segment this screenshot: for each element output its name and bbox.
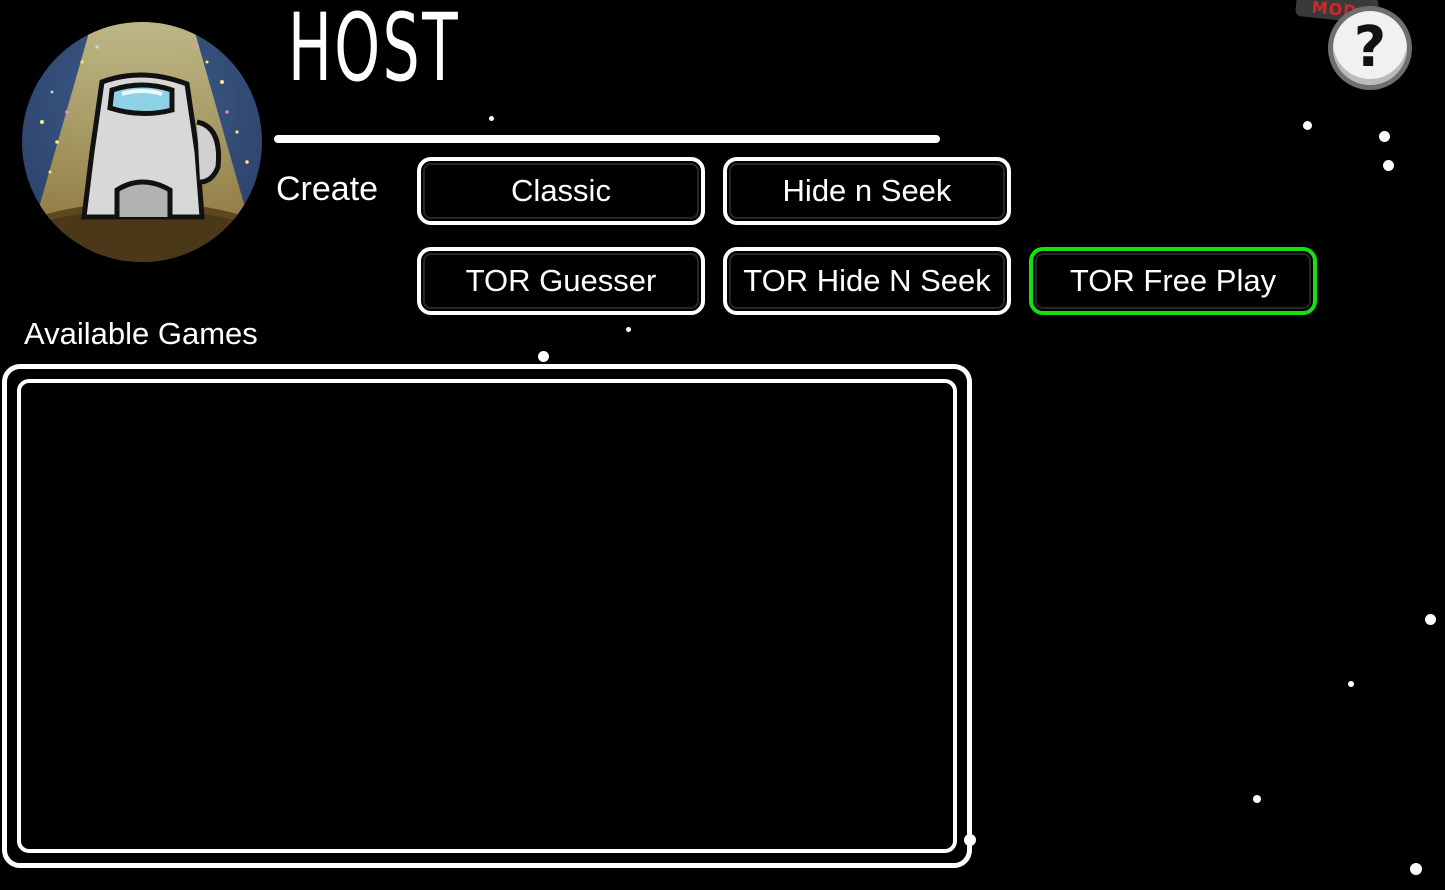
tor-guesser-mode-button[interactable]: TOR Guesser [417, 247, 705, 315]
available-games-label: Available Games [24, 316, 258, 351]
star-decoration [489, 116, 494, 121]
page-title: HOST [288, 0, 461, 103]
star-decoration [1383, 160, 1394, 171]
tor-free-play-mode-button[interactable]: TOR Free Play [1029, 247, 1317, 315]
available-games-list[interactable] [17, 379, 957, 853]
star-decoration [1425, 614, 1436, 625]
hide-n-seek-mode-button[interactable]: Hide n Seek [723, 157, 1011, 225]
host-avatar [22, 22, 262, 262]
create-label: Create [276, 170, 379, 208]
help-button[interactable]: ? [1328, 6, 1412, 90]
star-decoration [626, 327, 631, 332]
star-decoration [1253, 795, 1261, 803]
classic-mode-button[interactable]: Classic [417, 157, 705, 225]
available-games-panel [2, 364, 972, 868]
star-decoration [1348, 681, 1354, 687]
star-decoration [538, 351, 549, 362]
help-glyph: ? [1353, 15, 1387, 80]
star-decoration [1303, 121, 1312, 130]
star-decoration [1410, 863, 1422, 875]
star-decoration [1379, 131, 1390, 142]
title-underline [274, 135, 940, 143]
crewmate-spotlight-icon [22, 22, 262, 262]
tor-hide-n-seek-mode-button[interactable]: TOR Hide N Seek [723, 247, 1011, 315]
